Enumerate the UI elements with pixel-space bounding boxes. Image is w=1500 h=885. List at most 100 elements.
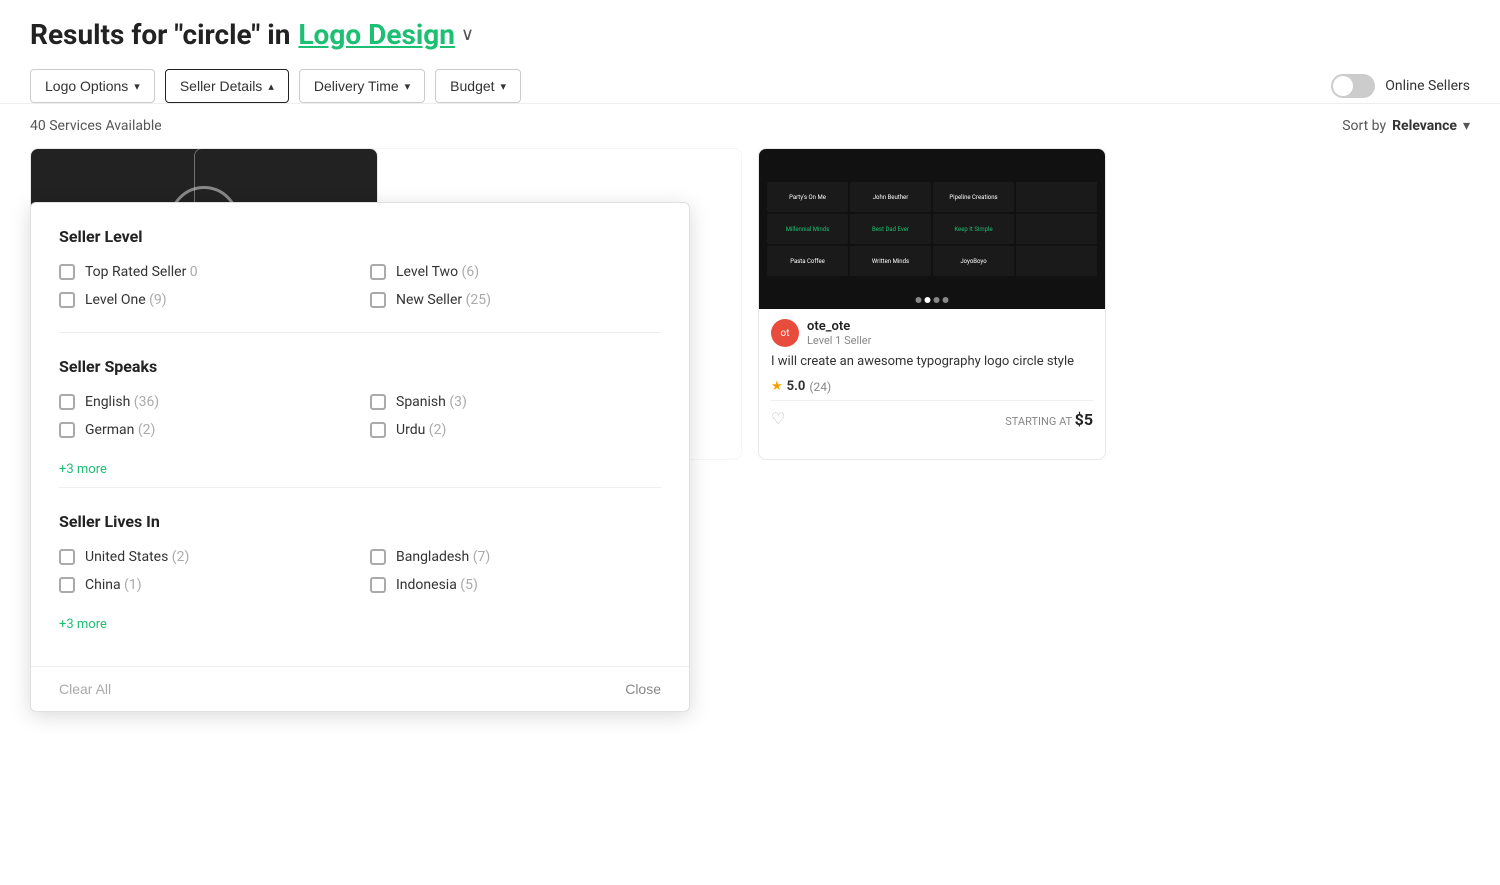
english-checkbox[interactable]: [59, 394, 75, 410]
card-3-bottom: ♡ STARTING AT $5: [771, 400, 1093, 429]
services-count: 40 Services Available: [30, 118, 162, 134]
seller-3-level: Level 1 Seller: [807, 334, 871, 347]
avatar-3-wrap: ot: [771, 319, 799, 347]
new-seller-option[interactable]: New Seller (25): [370, 292, 661, 308]
spanish-option[interactable]: Spanish (3): [370, 394, 661, 410]
level-one-label: Level One (9): [85, 292, 167, 308]
card-3-rating: ★ 5.0 (24): [771, 379, 1093, 394]
german-checkbox[interactable]: [59, 422, 75, 438]
english-option[interactable]: English (36): [59, 394, 350, 410]
price-value: $5: [1075, 410, 1093, 429]
level-two-option[interactable]: Level Two (6): [370, 264, 661, 280]
seller-details-label: Seller Details: [180, 78, 262, 94]
level-two-checkbox[interactable]: [370, 264, 386, 280]
logo-options-arrow: ▾: [134, 80, 140, 93]
seller-details-button[interactable]: Seller Details ▴: [165, 69, 289, 103]
seller-3-details: ote_ote Level 1 Seller: [807, 319, 871, 347]
seller-lives-in-section: Seller Lives In United States (2) Bangla…: [59, 512, 661, 632]
new-seller-count: (25): [466, 292, 491, 308]
sort-arrow-icon: ▾: [1463, 118, 1470, 134]
rating-count: (24): [809, 380, 831, 394]
heart-button-3[interactable]: ♡: [771, 409, 785, 429]
english-count: (36): [134, 394, 159, 410]
dot: [943, 297, 949, 303]
dropdown-footer: Clear All Close: [31, 666, 689, 711]
german-label: German (2): [85, 422, 155, 438]
united-states-option[interactable]: United States (2): [59, 549, 350, 565]
speaks-more-link[interactable]: +3 more: [59, 462, 661, 477]
seller-speaks-section: Seller Speaks English (36) Spanish (3): [59, 357, 661, 477]
sort-prefix: Sort by: [1342, 118, 1386, 134]
card-3[interactable]: Party's On Me John Beuther Pipeline Crea…: [758, 148, 1106, 460]
level-one-option[interactable]: Level One (9): [59, 292, 350, 308]
online-sellers-wrap: Online Sellers: [1331, 74, 1470, 98]
indonesia-checkbox[interactable]: [370, 577, 386, 593]
level-one-checkbox[interactable]: [59, 292, 75, 308]
sort-value: Relevance: [1392, 118, 1457, 134]
lives-in-more-link[interactable]: +3 more: [59, 617, 661, 632]
urdu-option[interactable]: Urdu (2): [370, 422, 661, 438]
empty-slot: [1122, 148, 1470, 460]
close-button[interactable]: Close: [625, 681, 661, 697]
indonesia-option[interactable]: Indonesia (5): [370, 577, 661, 593]
delivery-time-label: Delivery Time: [314, 78, 399, 94]
urdu-label: Urdu (2): [396, 422, 446, 438]
online-sellers-label: Online Sellers: [1385, 78, 1470, 94]
results-prefix: Results for "circle" in: [30, 18, 290, 51]
category-link[interactable]: Logo Design: [298, 18, 455, 51]
logo-options-label: Logo Options: [45, 78, 128, 94]
seller-level-title: Seller Level: [59, 227, 661, 246]
top-rated-seller-option[interactable]: Top Rated Seller 0: [59, 264, 350, 280]
level-two-count: (6): [462, 264, 480, 280]
bangladesh-checkbox[interactable]: [370, 549, 386, 565]
toggle-knob: [1333, 76, 1353, 96]
card-3-image: Party's On Me John Beuther Pipeline Crea…: [759, 149, 1105, 309]
united-states-count: (2): [172, 549, 190, 565]
top-rated-seller-checkbox[interactable]: [59, 264, 75, 280]
bangladesh-label: Bangladesh (7): [396, 549, 490, 565]
china-option[interactable]: China (1): [59, 577, 350, 593]
logo-options-button[interactable]: Logo Options ▾: [30, 69, 155, 103]
card-3-dots: [916, 297, 949, 303]
seller-lives-in-options: United States (2) Bangladesh (7) China (…: [59, 549, 661, 593]
rating-value: 5.0: [787, 379, 806, 394]
starting-at-label: STARTING AT: [1005, 415, 1074, 428]
seller-details-arrow: ▴: [268, 80, 274, 93]
bangladesh-option[interactable]: Bangladesh (7): [370, 549, 661, 565]
delivery-time-arrow: ▾: [405, 80, 411, 93]
german-option[interactable]: German (2): [59, 422, 350, 438]
category-chevron-icon[interactable]: ∨: [461, 24, 474, 45]
budget-label: Budget: [450, 78, 494, 94]
services-row: 40 Services Available Sort by Relevance …: [0, 103, 1500, 148]
urdu-count: (2): [429, 422, 447, 438]
seller-speaks-options: English (36) Spanish (3) German (2): [59, 394, 661, 438]
page: Results for "circle" in Logo Design ∨ Lo…: [0, 0, 1500, 885]
seller-3-name: ote_ote: [807, 319, 871, 334]
china-label: China (1): [85, 577, 142, 593]
china-checkbox[interactable]: [59, 577, 75, 593]
header: Results for "circle" in Logo Design ∨: [0, 0, 1500, 51]
bangladesh-count: (7): [473, 549, 491, 565]
spanish-checkbox[interactable]: [370, 394, 386, 410]
dropdown-scroll[interactable]: Seller Level Top Rated Seller 0 Level Tw…: [31, 203, 689, 666]
sort-wrap[interactable]: Sort by Relevance ▾: [1342, 118, 1470, 134]
section-divider-2: [59, 487, 661, 488]
spanish-count: (3): [449, 394, 467, 410]
clear-all-button[interactable]: Clear All: [59, 681, 111, 697]
new-seller-checkbox[interactable]: [370, 292, 386, 308]
card-3-price: STARTING AT $5: [1005, 410, 1093, 429]
top-rated-seller-label: Top Rated Seller 0: [85, 264, 198, 280]
avatar-3: ot: [771, 319, 799, 347]
filter-bar: Logo Options ▾ Seller Details ▴ Delivery…: [0, 69, 1500, 103]
seller-level-options: Top Rated Seller 0 Level Two (6) Level O…: [59, 264, 661, 308]
online-sellers-toggle[interactable]: [1331, 74, 1375, 98]
star-icon: ★: [771, 379, 783, 394]
section-divider-1: [59, 332, 661, 333]
title-row: Results for "circle" in Logo Design ∨: [30, 18, 1470, 51]
urdu-checkbox[interactable]: [370, 422, 386, 438]
budget-button[interactable]: Budget ▾: [435, 69, 521, 103]
delivery-time-button[interactable]: Delivery Time ▾: [299, 69, 425, 103]
indonesia-count: (5): [460, 577, 478, 593]
united-states-checkbox[interactable]: [59, 549, 75, 565]
new-seller-label: New Seller (25): [396, 292, 491, 308]
